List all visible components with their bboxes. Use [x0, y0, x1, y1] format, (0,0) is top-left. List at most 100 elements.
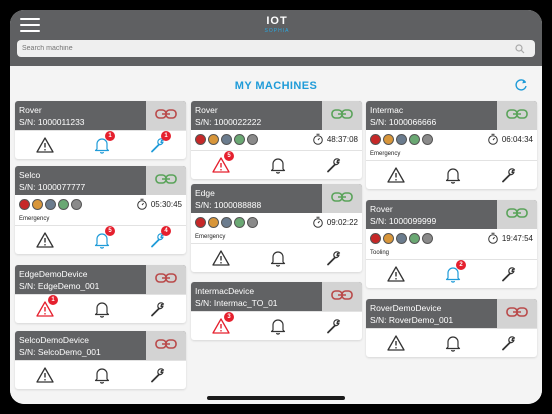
alarms-button[interactable]	[386, 264, 406, 284]
connection-button[interactable]	[322, 282, 362, 311]
notifications-button[interactable]	[268, 248, 288, 268]
card-header[interactable]: Rover S/N: 1000011233	[15, 101, 186, 130]
connection-button[interactable]	[146, 101, 186, 130]
alarms-button[interactable]	[35, 135, 55, 155]
maintenance-button[interactable]	[324, 248, 344, 268]
notifications-button[interactable]	[268, 155, 288, 175]
maintenance-button[interactable]	[324, 155, 344, 175]
alarms-button[interactable]	[386, 165, 406, 185]
alarm-badge: 5	[224, 151, 234, 161]
maintenance-button[interactable]	[148, 299, 168, 319]
alarm-badge: 1	[48, 295, 58, 305]
machine-card[interactable]: Rover S/N: 1000099999 19:47:54 Tooling 2	[366, 200, 537, 288]
connection-button[interactable]	[146, 331, 186, 360]
machine-name: Rover	[195, 105, 218, 115]
connection-button[interactable]	[497, 299, 537, 328]
status-led	[45, 199, 56, 210]
machine-card[interactable]: Rover S/N: 1000011233 1 1	[15, 101, 186, 159]
machine-card[interactable]: EdgeDemoDevice S/N: EdgeDemo_001 1	[15, 265, 186, 323]
wrench-icon	[148, 233, 168, 254]
search-input[interactable]	[17, 40, 535, 57]
card-header[interactable]: IntermacDevice S/N: Intermac_TO_01	[191, 282, 362, 311]
alarms-button[interactable]	[386, 333, 406, 353]
menu-button[interactable]	[20, 18, 40, 32]
connection-button[interactable]	[322, 184, 362, 213]
card-header[interactable]: RoverDemoDevice S/N: RoverDemo_001	[366, 299, 537, 328]
machine-card[interactable]: SelcoDemoDevice S/N: SelcoDemo_001	[15, 331, 186, 389]
machine-name: Edge	[195, 188, 215, 198]
search-icon[interactable]	[515, 44, 525, 54]
alarms-button[interactable]	[35, 365, 55, 385]
machine-card[interactable]: RoverDemoDevice S/N: RoverDemo_001	[366, 299, 537, 357]
card-header[interactable]: SelcoDemoDevice S/N: SelcoDemo_001	[15, 331, 186, 360]
card-header[interactable]: EdgeDemoDevice S/N: EdgeDemo_001	[15, 265, 186, 294]
machine-card[interactable]: Edge S/N: 1000088888 09:02:22 Emergency	[191, 184, 362, 272]
alarms-button[interactable]: 3	[211, 312, 234, 336]
refresh-icon[interactable]	[514, 78, 528, 92]
maintenance-button[interactable]: 1	[148, 131, 171, 155]
connection-button[interactable]	[497, 101, 537, 130]
broken-link-icon	[155, 337, 177, 355]
status-led	[221, 134, 232, 145]
top-bar: IOT SOPHIA	[10, 10, 542, 66]
timer-readout: 05:30:45	[137, 198, 182, 210]
status-led	[58, 199, 69, 210]
card-header[interactable]: Selco S/N: 1000077777	[15, 166, 186, 195]
bell-icon	[268, 158, 288, 179]
connection-button[interactable]	[322, 101, 362, 130]
home-indicator	[207, 396, 345, 400]
card-header[interactable]: Intermac S/N: 1000066666	[366, 101, 537, 130]
status-led	[208, 217, 219, 228]
connection-button[interactable]	[146, 166, 186, 195]
alarms-button[interactable]	[35, 230, 55, 250]
status-led	[234, 217, 245, 228]
bell-icon	[92, 233, 112, 254]
broken-link-icon	[155, 271, 177, 289]
link-icon	[506, 206, 528, 224]
machine-serial: S/N: 1000066666	[370, 117, 437, 127]
timer-value: 05:30:45	[150, 200, 182, 209]
maintenance-button[interactable]	[324, 316, 344, 336]
alarms-button[interactable]: 5	[211, 151, 234, 175]
status-led	[396, 233, 407, 244]
notifications-button[interactable]	[443, 165, 463, 185]
status-led	[247, 217, 258, 228]
maintenance-button[interactable]	[499, 165, 519, 185]
wrench-icon	[499, 168, 519, 189]
machine-card[interactable]: Selco S/N: 1000077777 05:30:45 Emergency …	[15, 166, 186, 254]
timer-value: 19:47:54	[501, 234, 533, 243]
alarm-badge: 3	[224, 312, 234, 322]
machine-card[interactable]: IntermacDevice S/N: Intermac_TO_01 3	[191, 282, 362, 340]
broken-link-icon	[506, 305, 528, 323]
card-header[interactable]: Edge S/N: 1000088888	[191, 184, 362, 213]
alarms-button[interactable]: 1	[35, 295, 58, 319]
connection-button[interactable]	[146, 265, 186, 294]
notifications-button[interactable]	[92, 299, 112, 319]
page-title: MY MACHINES	[234, 80, 318, 92]
connection-button[interactable]	[497, 200, 537, 229]
machine-card[interactable]: Intermac S/N: 1000066666 06:04:34 Emergen…	[366, 101, 537, 189]
machine-name: Selco	[19, 170, 41, 180]
machine-name: Intermac	[370, 105, 404, 115]
alarms-button[interactable]	[211, 248, 231, 268]
status-tag: Tooling	[370, 250, 390, 256]
machine-serial: S/N: RoverDemo_001	[370, 315, 454, 325]
maintenance-button[interactable]: 4	[148, 226, 171, 250]
card-actions	[15, 360, 186, 389]
maintenance-button[interactable]	[499, 333, 519, 353]
notifications-button[interactable]: 2	[443, 260, 466, 284]
notifications-button[interactable]: 1	[92, 131, 115, 155]
notifications-button[interactable]	[443, 333, 463, 353]
wrench-icon	[324, 158, 344, 179]
card-actions: 2	[366, 259, 537, 288]
card-header[interactable]: Rover S/N: 1000022222	[191, 101, 362, 130]
notifications-button[interactable]	[92, 365, 112, 385]
notifications-button[interactable]: 5	[92, 226, 115, 250]
alarm-triangle-icon	[35, 301, 55, 323]
notifications-button[interactable]	[268, 316, 288, 336]
maintenance-button[interactable]	[148, 365, 168, 385]
machine-card[interactable]: Rover S/N: 1000022222 48:37:08 5	[191, 101, 362, 179]
card-header[interactable]: Rover S/N: 1000099999	[366, 200, 537, 229]
machine-state: 19:47:54	[366, 229, 537, 249]
maintenance-button[interactable]	[499, 264, 519, 284]
